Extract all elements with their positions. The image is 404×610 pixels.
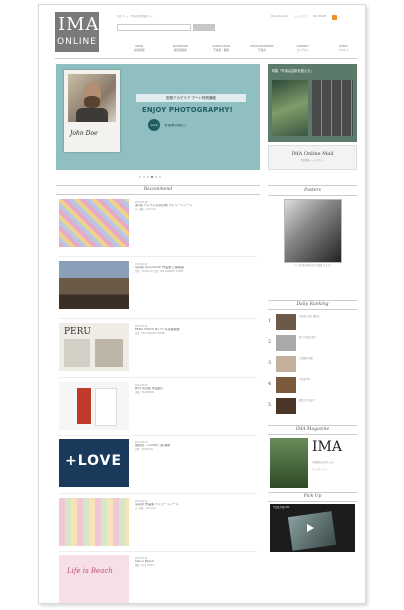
poster-image[interactable] — [284, 199, 342, 263]
signature: John Doe — [70, 130, 98, 137]
page-frame: IMA ONLINE 写真 アート・写真の総合情報サイト IMA Online … — [38, 4, 366, 604]
side-banner-title: 特集「写真は芸術を超える」 — [272, 69, 314, 73]
nav-item-exhibition[interactable]: EXHIBITION 展覧会情報 — [160, 45, 201, 57]
pickup-heading: Pick Up — [303, 494, 322, 499]
magazine-subscribe-link[interactable]: 定期購読のお申し込み — [312, 461, 356, 464]
article-item[interactable]: 2013.05.01 Life is Beach 撮影：Jane Smith — [135, 557, 257, 567]
article-thumb[interactable] — [59, 261, 129, 309]
pickup-video[interactable]: 写真集 特集 IMA — [270, 504, 355, 552]
magazine-heading: IMA Magazine — [295, 427, 330, 432]
ranking-heading: Daily Ranking — [296, 302, 329, 307]
ranking-item[interactable]: 3 公開講座 開催 — [268, 354, 357, 374]
ima-online-link[interactable]: IMA ONLINE — [313, 15, 326, 20]
hero-headline: ENJOY PHOTOGRAPHY! — [142, 106, 233, 114]
hero-banner-title: 田原アカデミア アート特別講座 — [136, 94, 246, 102]
search-input[interactable] — [117, 24, 191, 31]
hero-subtitle: 写真家の眼力 — [164, 124, 186, 127]
nav-item-publication[interactable]: PUBLICATION 写真集・書籍 — [201, 45, 242, 57]
mail-signup-banner[interactable]: IMA Online Mail 写真情報メールマガジン — [268, 145, 357, 170]
article-item[interactable]: 2013.05.04 新刊 写真集 作品紹介 出版：IMA BOOKS — [135, 384, 257, 394]
posters-heading: Posters — [304, 188, 321, 193]
site-logo[interactable]: IMA ONLINE — [55, 12, 99, 52]
article-item[interactable]: 2013.05.02 写真家 作品展 ストリートアート 文・撮影：John Do… — [135, 500, 257, 510]
recommend-heading: Recommend — [143, 187, 173, 192]
mail-title: IMA Online Mail — [291, 151, 334, 157]
side-banner-grid — [312, 80, 353, 136]
header-divider — [55, 58, 357, 59]
article-thumb[interactable]: Life is Beach — [59, 555, 129, 603]
ranking-item[interactable]: 1 写真家の作品 展覧会 — [268, 312, 357, 332]
nav-item-contest[interactable]: CONTEST コンテスト — [282, 45, 323, 57]
beach-label: Life is Beach — [67, 567, 113, 575]
site-tagline: 写真 アート・写真の総合情報サイト — [117, 15, 153, 18]
carousel-dots[interactable] — [139, 176, 161, 178]
hero-vol-badge: vol.2 — [148, 119, 160, 131]
ranking-list: 1 写真家の作品 展覧会 2 新刊 写真集 発売 3 公開講座 開催 4 写真展… — [268, 312, 357, 422]
magazine-backnumber-link[interactable]: バックナンバー — [312, 468, 356, 471]
hero-banner[interactable]: John Doe 田原アカデミア アート特別講座 ENJOY PHOTOGRAP… — [56, 64, 260, 170]
ranking-item[interactable]: 4 写真展 IMA — [268, 375, 357, 395]
article-thumb[interactable]: +LOVE — [59, 439, 129, 487]
magazine-logo: IMA — [312, 439, 342, 455]
peru-label: PERU — [64, 327, 91, 337]
sidebar: Posters ライカ生誕百周年記念 写真展 ポスター Daily Rankin… — [268, 185, 357, 552]
ranking-item[interactable]: 2 新刊 写真集 発売 — [268, 333, 357, 353]
article-thumb[interactable] — [59, 382, 129, 430]
article-thumb[interactable] — [59, 199, 129, 247]
article-item[interactable]: 2013.05.08 第1回 ベトナム写真の旅 ストリートアート 文・撮影：Jo… — [135, 201, 257, 211]
magazine-cover[interactable] — [270, 438, 308, 488]
nav-item-photographers[interactable]: PHOTOGRAPHERS 写真家 — [241, 45, 282, 57]
search-button[interactable] — [193, 24, 215, 31]
ranking-item[interactable]: 5 展覧会 作品紹介 — [268, 396, 357, 416]
logo-text-ima: IMA — [58, 14, 100, 35]
mail-link[interactable]: IMA Online Mail — [271, 15, 288, 20]
poster-caption[interactable]: ライカ生誕百周年記念 写真展 ポスター — [268, 264, 357, 267]
rss-feed-icon[interactable] — [332, 15, 338, 20]
side-banner-image — [272, 80, 308, 136]
logo-text-online: ONLINE — [57, 37, 97, 47]
portrait-image — [68, 74, 116, 122]
article-item[interactable]: 2013.05.03 展覧会「+LOVE」展 開催 日時：2013年5月 — [135, 441, 257, 451]
article-item[interactable]: 2013.05.06 PERU TOKYO No.17 写真展開催 会場：IMA… — [135, 325, 257, 335]
pickup-caption: 写真集 特集 IMA — [273, 506, 290, 509]
article-thumb[interactable] — [59, 498, 129, 546]
shopping-link[interactable]: ショッピング — [294, 15, 307, 20]
nav-item-event[interactable]: EVENT イベント — [323, 45, 364, 57]
play-icon[interactable] — [307, 524, 314, 532]
main-nav: NEWS 最新情報 EXHIBITION 展覧会情報 PUBLICATION 写真集・… — [119, 45, 364, 57]
polaroid-photo: John Doe — [64, 70, 120, 152]
article-item[interactable]: 2013.05.07 写真家 Jane Smith 作品展 公開講座 日時：20… — [135, 263, 257, 273]
mail-sub: 写真情報メールマガジン — [300, 159, 325, 162]
love-label: +LOVE — [65, 453, 123, 469]
article-thumb[interactable]: PERU — [59, 323, 129, 371]
nav-item-news[interactable]: NEWS 最新情報 — [119, 45, 160, 57]
side-feature-banner[interactable]: 特集「写真は芸術を超える」 — [268, 64, 357, 142]
